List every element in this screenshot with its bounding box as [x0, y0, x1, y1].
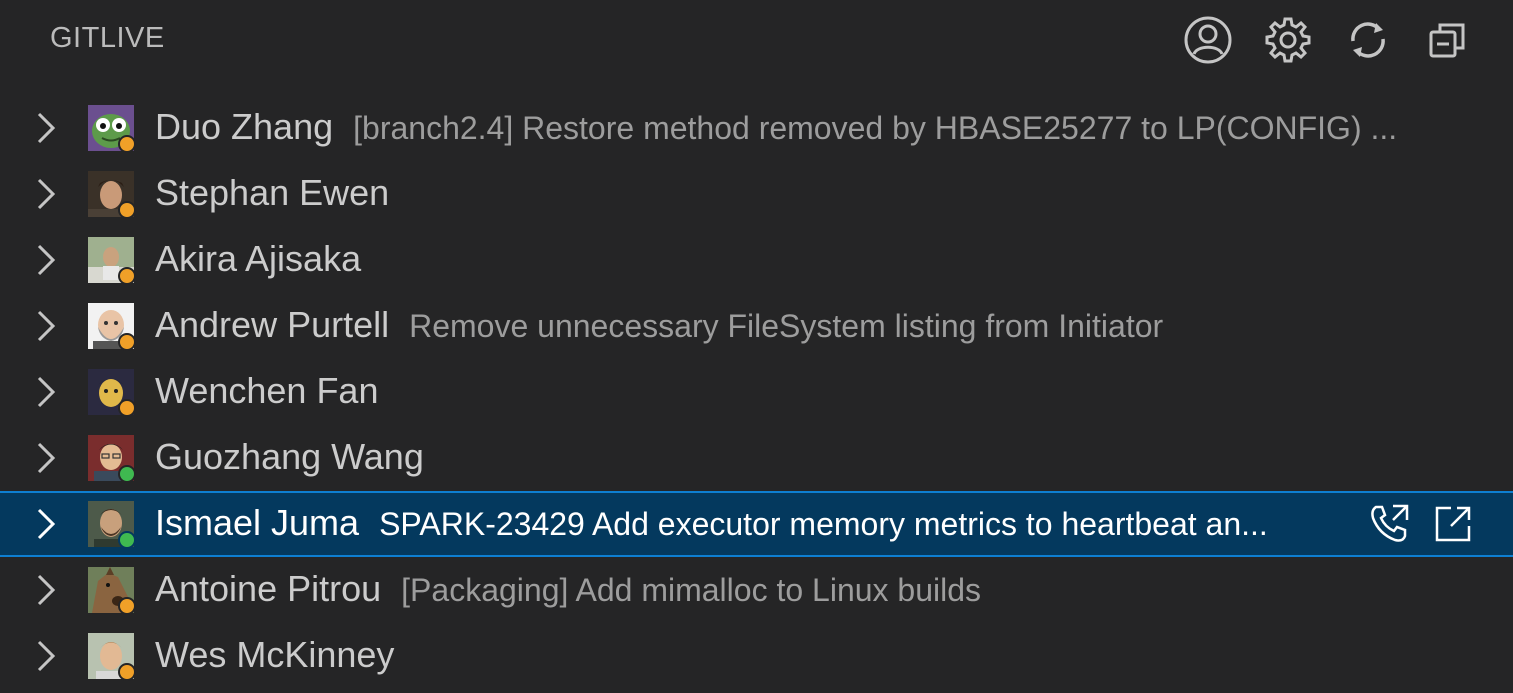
chevron-right-icon[interactable]	[34, 572, 58, 608]
user-row[interactable]: Akira Ajisaka	[0, 227, 1513, 293]
user-row[interactable]: Stephan Ewen	[0, 161, 1513, 227]
chevron-right-icon[interactable]	[34, 638, 58, 674]
settings-gear-icon[interactable]	[1263, 15, 1313, 65]
avatar	[88, 171, 136, 219]
user-name: Wes McKinney	[155, 634, 395, 676]
user-commit-message: Remove unnecessary FileSystem listing fr…	[409, 308, 1164, 345]
online-status-dot	[118, 531, 136, 549]
avatar	[88, 105, 136, 153]
account-icon[interactable]	[1183, 15, 1233, 65]
chevron-right-icon[interactable]	[34, 374, 58, 410]
user-name: Wenchen Fan	[155, 370, 379, 412]
collapse-all-icon[interactable]	[1423, 15, 1473, 65]
user-row[interactable]: Andrew Purtell Remove unnecessary FileSys…	[0, 293, 1513, 359]
user-name: Andrew Purtell	[155, 304, 390, 346]
refresh-icon[interactable]	[1343, 15, 1393, 65]
away-status-dot	[118, 663, 136, 681]
user-commit-message: [Packaging] Add mimalloc to Linux builds	[401, 572, 982, 609]
away-status-dot	[118, 399, 136, 417]
chevron-right-icon[interactable]	[34, 176, 58, 212]
call-icon[interactable]	[1367, 502, 1411, 546]
avatar	[88, 435, 136, 483]
user-row[interactable]: Wes McKinney	[0, 623, 1513, 689]
avatar	[88, 567, 136, 615]
user-row[interactable]: Antoine Pitrou [Packaging] Add mimalloc t…	[0, 557, 1513, 623]
chevron-right-icon[interactable]	[34, 242, 58, 278]
panel-title: GITLIVE	[50, 22, 165, 54]
row-actions	[1367, 502, 1475, 546]
chevron-right-icon[interactable]	[34, 506, 58, 542]
open-external-icon[interactable]	[1431, 502, 1475, 546]
header-actions	[1183, 15, 1473, 65]
user-name: Stephan Ewen	[155, 172, 390, 214]
user-row[interactable]: Wenchen Fan	[0, 359, 1513, 425]
gitlive-panel: GITLIVE Duo Zhang [branch2.4] Restore met	[0, 0, 1513, 693]
avatar	[88, 369, 136, 417]
chevron-right-icon[interactable]	[34, 110, 58, 146]
chevron-right-icon[interactable]	[34, 440, 58, 476]
away-status-dot	[118, 597, 136, 615]
user-name: Ismael Juma	[155, 502, 360, 544]
user-name: Akira Ajisaka	[155, 238, 362, 280]
panel-header: GITLIVE	[0, 0, 1513, 82]
user-commit-message: [branch2.4] Restore method removed by HB…	[353, 110, 1398, 147]
user-row[interactable]: Guozhang Wang	[0, 425, 1513, 491]
online-status-dot	[118, 465, 136, 483]
avatar	[88, 303, 136, 351]
user-name: Duo Zhang	[155, 106, 334, 148]
user-row-selected[interactable]: Ismael Juma SPARK-23429 Add executor memo…	[0, 491, 1513, 557]
away-status-dot	[118, 135, 136, 153]
user-name: Antoine Pitrou	[155, 568, 382, 610]
avatar	[88, 237, 136, 285]
chevron-right-icon[interactable]	[34, 308, 58, 344]
away-status-dot	[118, 267, 136, 285]
away-status-dot	[118, 201, 136, 219]
user-commit-message: SPARK-23429 Add executor memory metrics …	[379, 506, 1268, 543]
avatar	[88, 633, 136, 681]
user-list: Duo Zhang [branch2.4] Restore method remo…	[0, 95, 1513, 689]
avatar	[88, 501, 136, 549]
user-name: Guozhang Wang	[155, 436, 424, 478]
user-row[interactable]: Duo Zhang [branch2.4] Restore method remo…	[0, 95, 1513, 161]
away-status-dot	[118, 333, 136, 351]
